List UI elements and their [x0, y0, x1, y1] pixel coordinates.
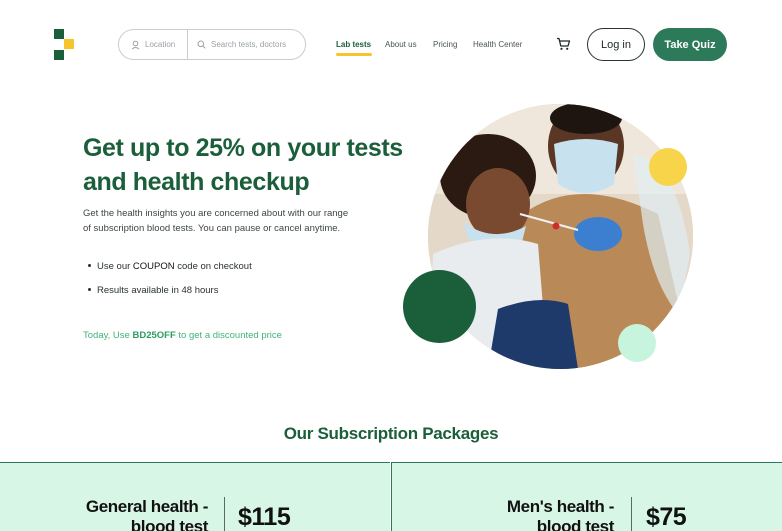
- package-name-line2: blood test: [536, 517, 615, 531]
- nav-lab-tests[interactable]: Lab tests: [336, 40, 371, 49]
- location-field[interactable]: Location: [119, 30, 188, 59]
- promo-suffix: to get a discounted price: [175, 330, 282, 341]
- bullet-dot: [88, 287, 91, 291]
- location-pin-icon: [131, 40, 140, 49]
- bullet-results-text: Results available in 48 hours: [97, 285, 219, 296]
- packages-title: Our Subscription Packages: [283, 424, 499, 443]
- nav-pricing[interactable]: Pricing: [433, 40, 457, 49]
- nav-about-us[interactable]: About us: [385, 40, 417, 49]
- bullet-coupon-suffix: code on checkout: [174, 261, 252, 272]
- package-name-line1: General health -: [85, 497, 208, 516]
- package-divider: [224, 497, 225, 531]
- search-input[interactable]: Search tests, doctors: [188, 40, 286, 49]
- search-bar: Location Search tests, doctors: [118, 29, 306, 60]
- bullet-dot: [88, 263, 91, 267]
- take-quiz-button[interactable]: Take Quiz: [653, 28, 727, 61]
- decor-mint-circle: [618, 324, 656, 362]
- bullet-results: Results available in 48 hours: [88, 285, 218, 296]
- login-button[interactable]: Log in: [587, 28, 645, 61]
- cart-icon: [557, 37, 571, 50]
- package-price: $115: [238, 503, 291, 531]
- search-placeholder: Search tests, doctors: [211, 40, 287, 49]
- package-card-general[interactable]: General health - blood test $115: [0, 462, 390, 531]
- package-name: Men's health - blood test: [432, 497, 614, 531]
- promo-code: BD25OFF: [132, 330, 176, 341]
- package-card-mens[interactable]: Men's health - blood test $75: [391, 462, 782, 531]
- search-icon: [197, 40, 206, 49]
- package-divider: [631, 497, 632, 531]
- logo-icon[interactable]: [54, 29, 76, 61]
- cart-button[interactable]: [556, 37, 571, 56]
- package-name-line2: blood test: [130, 517, 209, 531]
- decor-dark-green-circle: [403, 270, 476, 343]
- package-name: General health - blood test: [40, 497, 208, 531]
- bullet-coupon: Use our COUPON code on checkout: [88, 261, 252, 272]
- promo-text: Today, Use BD25OFF to get a discounted p…: [83, 330, 282, 341]
- location-placeholder: Location: [145, 40, 176, 49]
- nav-health-center[interactable]: Health Center: [473, 40, 522, 49]
- package-price: $75: [646, 503, 687, 531]
- bullet-coupon-prefix: Use our: [97, 261, 133, 272]
- nav-active-underline: [336, 53, 372, 56]
- hero-title: Get up to 25% on your tests and health c…: [83, 134, 403, 196]
- promo-prefix: Today, Use: [83, 330, 133, 341]
- hero-description: Get the health insights you are concerne…: [83, 208, 349, 234]
- decor-yellow-circle: [649, 148, 687, 186]
- package-name-line1: Men's health -: [506, 497, 614, 516]
- bullet-coupon-code: COUPON: [132, 261, 175, 272]
